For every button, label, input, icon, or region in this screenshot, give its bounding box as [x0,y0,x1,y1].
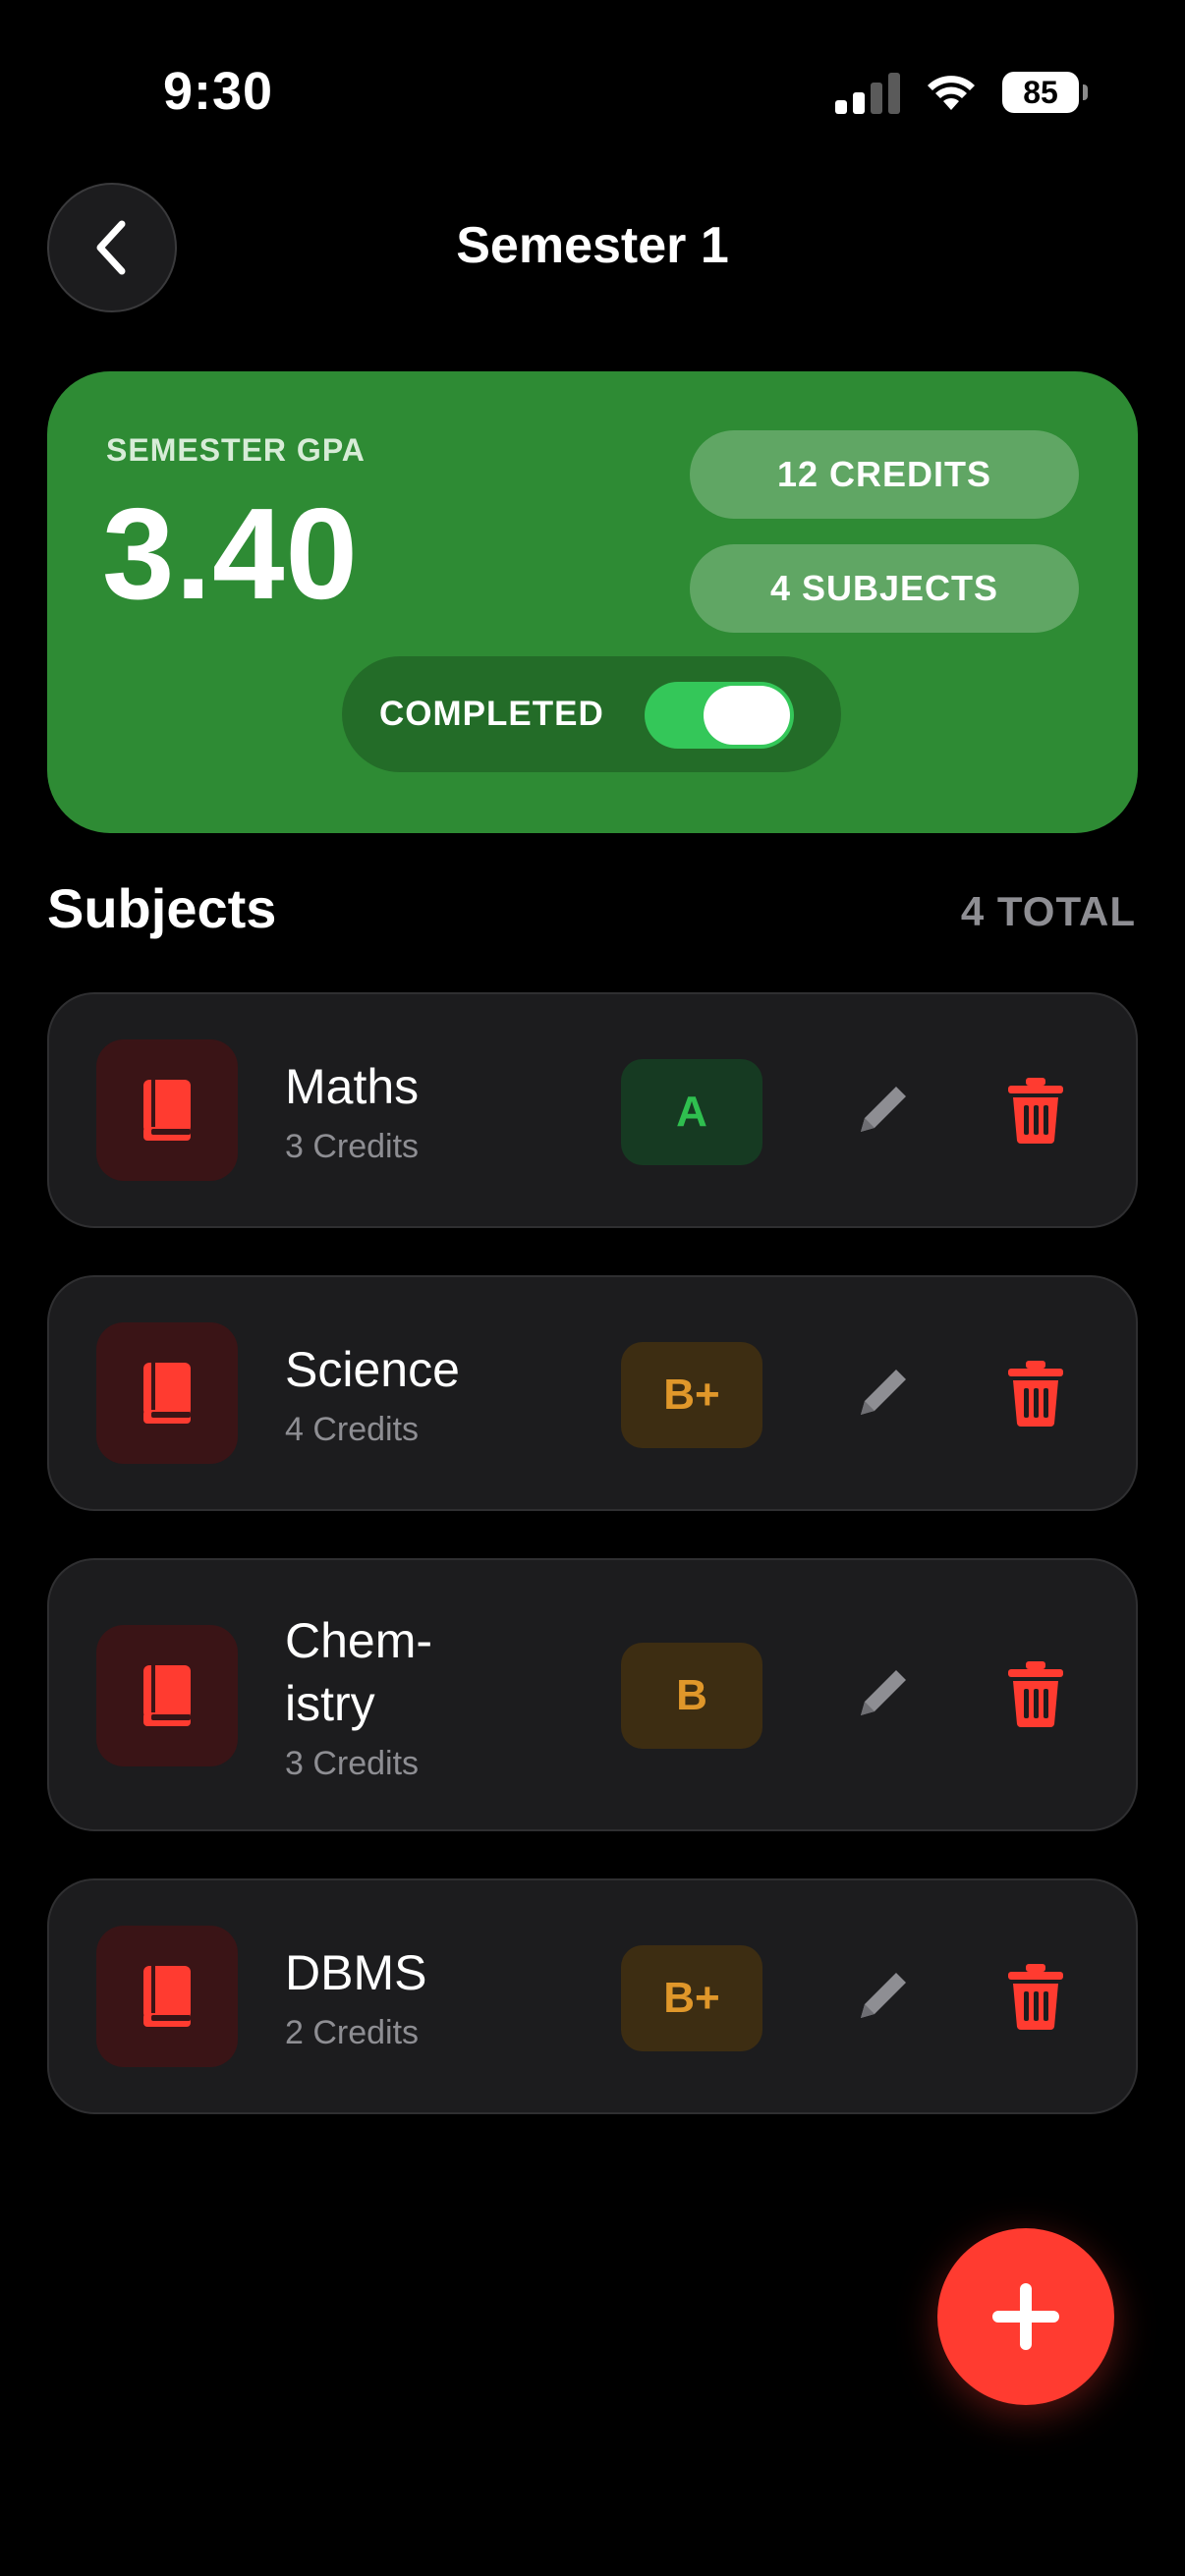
delete-button[interactable] [996,1957,1075,2036]
subject-credits: 3 Credits [285,1745,420,1782]
battery-icon: 85 [1002,72,1088,113]
trash-icon [1008,1361,1063,1427]
semester-detail-screen: 9:30 85 Semester 1 SEMESTER GPA 3.40 12 … [0,0,1185,2576]
subjects-pill: 4 SUBJECTS [690,544,1079,633]
grade-badge: B+ [621,1342,762,1448]
delete-button[interactable] [996,1354,1075,1432]
grade-badge: A [621,1059,762,1165]
subjects-count: 4 TOTAL [960,888,1136,934]
pencil-icon [861,1370,906,1415]
toggle-knob [704,686,790,745]
edit-button[interactable] [843,1354,922,1432]
wifi-icon [928,76,975,110]
subject-row[interactable]: DBMS 2 Credits B+ [47,1878,1138,2114]
book-icon [143,1080,191,1141]
gpa-value: 3.40 [102,481,359,626]
subjects-heading: Subjects [47,877,277,939]
plus-icon [992,2283,1059,2350]
semester-summary-card: SEMESTER GPA 3.40 12 CREDITS 4 SUBJECTS … [47,371,1138,833]
delete-button[interactable] [996,1071,1075,1149]
grade-badge: B [621,1643,762,1749]
subject-row[interactable]: Science 4 Credits B+ [47,1275,1138,1511]
subject-row[interactable]: Maths 3 Credits A [47,992,1138,1228]
subject-icon-tile [96,1625,238,1766]
trash-icon [1008,1078,1063,1144]
add-subject-button[interactable] [937,2228,1114,2405]
subject-credits: 4 Credits [285,1411,420,1448]
edit-button[interactable] [843,1654,922,1733]
gpa-label: SEMESTER GPA [106,432,366,468]
credits-pill: 12 CREDITS [690,430,1079,519]
subject-icon-tile [96,1039,238,1181]
subject-name: Chem- istry [285,1613,433,1731]
page-title: Semester 1 [456,217,729,274]
cellular-signal-icon [835,71,900,114]
delete-button[interactable] [996,1654,1075,1733]
subject-row[interactable]: Chem- istry 3 Credits B [47,1558,1138,1831]
completed-toggle[interactable] [645,682,794,749]
subject-name: DBMS [285,1945,427,2000]
completed-row: COMPLETED [342,656,841,772]
completed-label: COMPLETED [379,695,604,733]
book-icon [143,1966,191,2027]
subject-credits: 3 Credits [285,1128,420,1165]
status-time: 9:30 [163,62,274,121]
subject-icon-tile [96,1926,238,2067]
grade-badge: B+ [621,1945,762,2051]
pencil-icon [861,1973,906,2018]
edit-button[interactable] [843,1957,922,2036]
subject-name: Science [285,1342,460,1397]
book-icon [143,1363,191,1424]
pencil-icon [861,1670,906,1715]
subject-icon-tile [96,1322,238,1464]
pencil-icon [861,1087,906,1132]
subject-name: Maths [285,1059,420,1114]
edit-button[interactable] [843,1071,922,1149]
book-icon [143,1665,191,1726]
subject-credits: 2 Credits [285,2014,420,2051]
trash-icon [1008,1661,1063,1727]
trash-icon [1008,1964,1063,2030]
status-indicators: 85 [835,71,1088,114]
